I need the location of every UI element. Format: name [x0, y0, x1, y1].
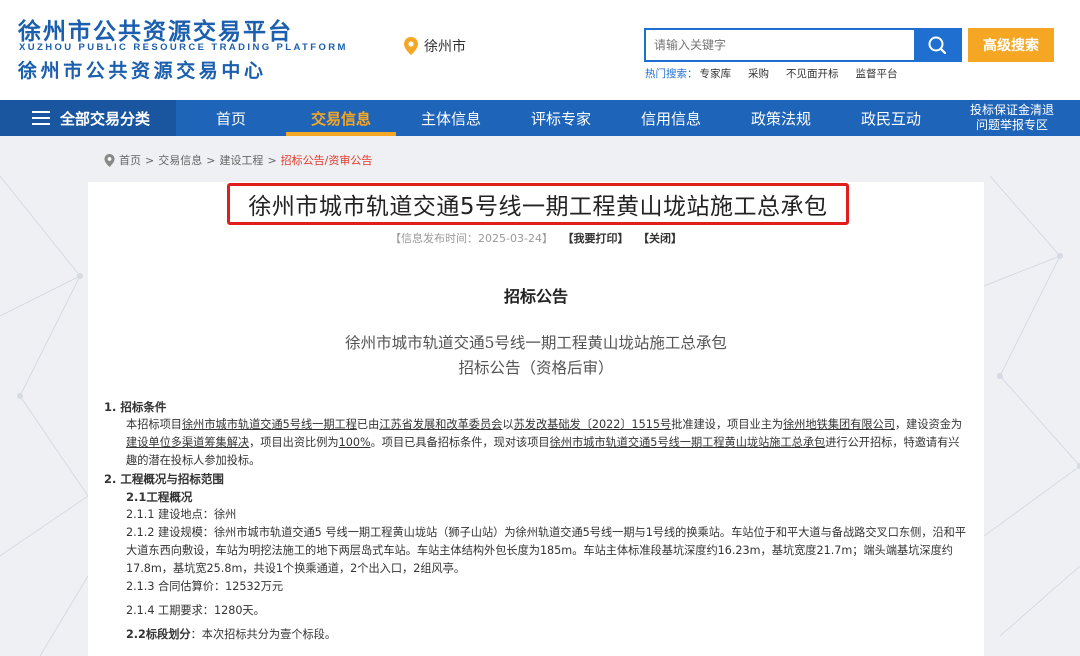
breadcrumb-home[interactable]: 首页 — [119, 152, 141, 168]
menu-icon — [32, 111, 50, 125]
section-paragraph: 2.1.2 建设规模：徐州市城市轨道交通5 号线一期工程黄山垅站（狮子山站）为徐… — [126, 526, 967, 575]
breadcrumb-separator: > — [206, 153, 216, 167]
notice-subtitle-project: 徐州市城市轨道交通5号线一期工程黄山垅站施工总承包 — [345, 334, 727, 352]
section-paragraph: 2.2标段划分：本次招标共分为壹个标段。 — [126, 628, 337, 641]
location-pin-icon — [404, 37, 418, 55]
report-zone-line2: 问题举报专区 — [975, 118, 1048, 132]
search-button[interactable] — [914, 30, 960, 60]
breadcrumb-construction[interactable]: 建设工程 — [219, 152, 263, 168]
logo-title-bottom[interactable]: 徐州市公共资源交易中心 — [18, 56, 267, 83]
city-selector[interactable]: 徐州市 — [404, 36, 466, 56]
breadcrumb-separator: > — [267, 153, 277, 167]
breadcrumb-trade-info[interactable]: 交易信息 — [158, 152, 202, 168]
notice-heading: 招标公告 — [503, 287, 568, 306]
nav-item-credit[interactable]: 信用信息 — [616, 100, 726, 136]
hot-search-item[interactable]: 监督平台 — [856, 66, 898, 81]
city-name: 徐州市 — [424, 39, 466, 55]
nav-item-interaction[interactable]: 政民互动 — [836, 100, 946, 136]
nav-item-trade-info[interactable]: 交易信息 — [286, 100, 396, 136]
all-categories-button[interactable]: 全部交易分类 — [0, 100, 176, 136]
search-icon — [928, 36, 947, 55]
publish-time: 【信息发布时间：2025-03-24】 — [390, 232, 553, 245]
report-zone-line1: 投标保证金清退 — [969, 103, 1054, 117]
breadcrumb: 首页 > 交易信息 > 建设工程 > 招标公告/资审公告 — [104, 152, 372, 168]
section-heading: 2. 工程概况与招标范围 — [104, 472, 224, 486]
hot-search-label: 热门搜索： — [645, 68, 698, 80]
advanced-search-button[interactable]: 高级搜索 — [968, 28, 1054, 62]
all-categories-label: 全部交易分类 — [60, 109, 151, 128]
hot-search-item[interactable]: 专家库 — [700, 66, 732, 81]
main-nav: 全部交易分类 首页 交易信息 主体信息 评标专家 信用信息 政策法规 政民互动 … — [0, 100, 1080, 136]
subsection-heading: 2.1工程概况 — [126, 490, 193, 504]
subsection-heading: 2.2标段划分 — [126, 628, 191, 641]
hot-search-item[interactable]: 不见面开标 — [786, 66, 839, 81]
article-body: 1. 招标条件 本招标项目徐州市城市轨道交通5号线一期工程已由江苏省发展和改革委… — [104, 398, 970, 644]
article-card: 徐州市城市轨道交通5号线一期工程黄山垅站施工总承包 【信息发布时间：2025-0… — [88, 182, 984, 656]
article-meta: 【信息发布时间：2025-03-24】 【我要打印】 【关闭】 — [88, 230, 984, 246]
section-paragraph: 2.1.1 建设地点：徐州 — [126, 508, 237, 521]
nav-item-home[interactable]: 首页 — [176, 100, 286, 136]
site-header: 徐州市公共资源交易平台 XUZHOU PUBLIC RESOURCE TRADI… — [0, 0, 1080, 100]
section-paragraph: 2.1.4 工期要求：1280天。 — [126, 604, 265, 617]
search-input[interactable] — [646, 30, 914, 60]
print-link[interactable]: 【我要打印】 — [562, 232, 628, 245]
hot-search: 热门搜索： 专家库 采购 不见面开标 监督平台 — [645, 66, 915, 81]
nav-item-policy[interactable]: 政策法规 — [726, 100, 836, 136]
location-pin-icon — [104, 153, 115, 167]
nav-item-report-zone[interactable]: 投标保证金清退 问题举报专区 — [946, 100, 1078, 136]
search-box — [644, 28, 962, 62]
section-paragraph: 本招标项目徐州市城市轨道交通5号线一期工程已由江苏省发展和改革委员会以苏发改基础… — [126, 418, 963, 467]
nav-item-experts[interactable]: 评标专家 — [506, 100, 616, 136]
section-paragraph: 2.1.3 合同估算价：12532万元 — [126, 580, 284, 593]
section-heading: 1. 招标条件 — [104, 400, 167, 414]
close-link[interactable]: 【关闭】 — [638, 232, 682, 245]
hot-search-item[interactable]: 采购 — [748, 66, 769, 81]
breadcrumb-current[interactable]: 招标公告/资审公告 — [281, 152, 373, 168]
notice-subtitle-type: 招标公告（资格后审） — [458, 359, 614, 377]
article-title: 徐州市城市轨道交通5号线一期工程黄山垅站施工总承包 — [248, 194, 828, 220]
breadcrumb-separator: > — [145, 153, 155, 167]
logo-english: XUZHOU PUBLIC RESOURCE TRADING PLATFORM — [19, 42, 348, 53]
logo-title-top[interactable]: 徐州市公共资源交易平台 — [18, 12, 293, 46]
nav-item-subject-info[interactable]: 主体信息 — [396, 100, 506, 136]
title-highlight-box: 徐州市城市轨道交通5号线一期工程黄山垅站施工总承包 — [227, 183, 849, 225]
